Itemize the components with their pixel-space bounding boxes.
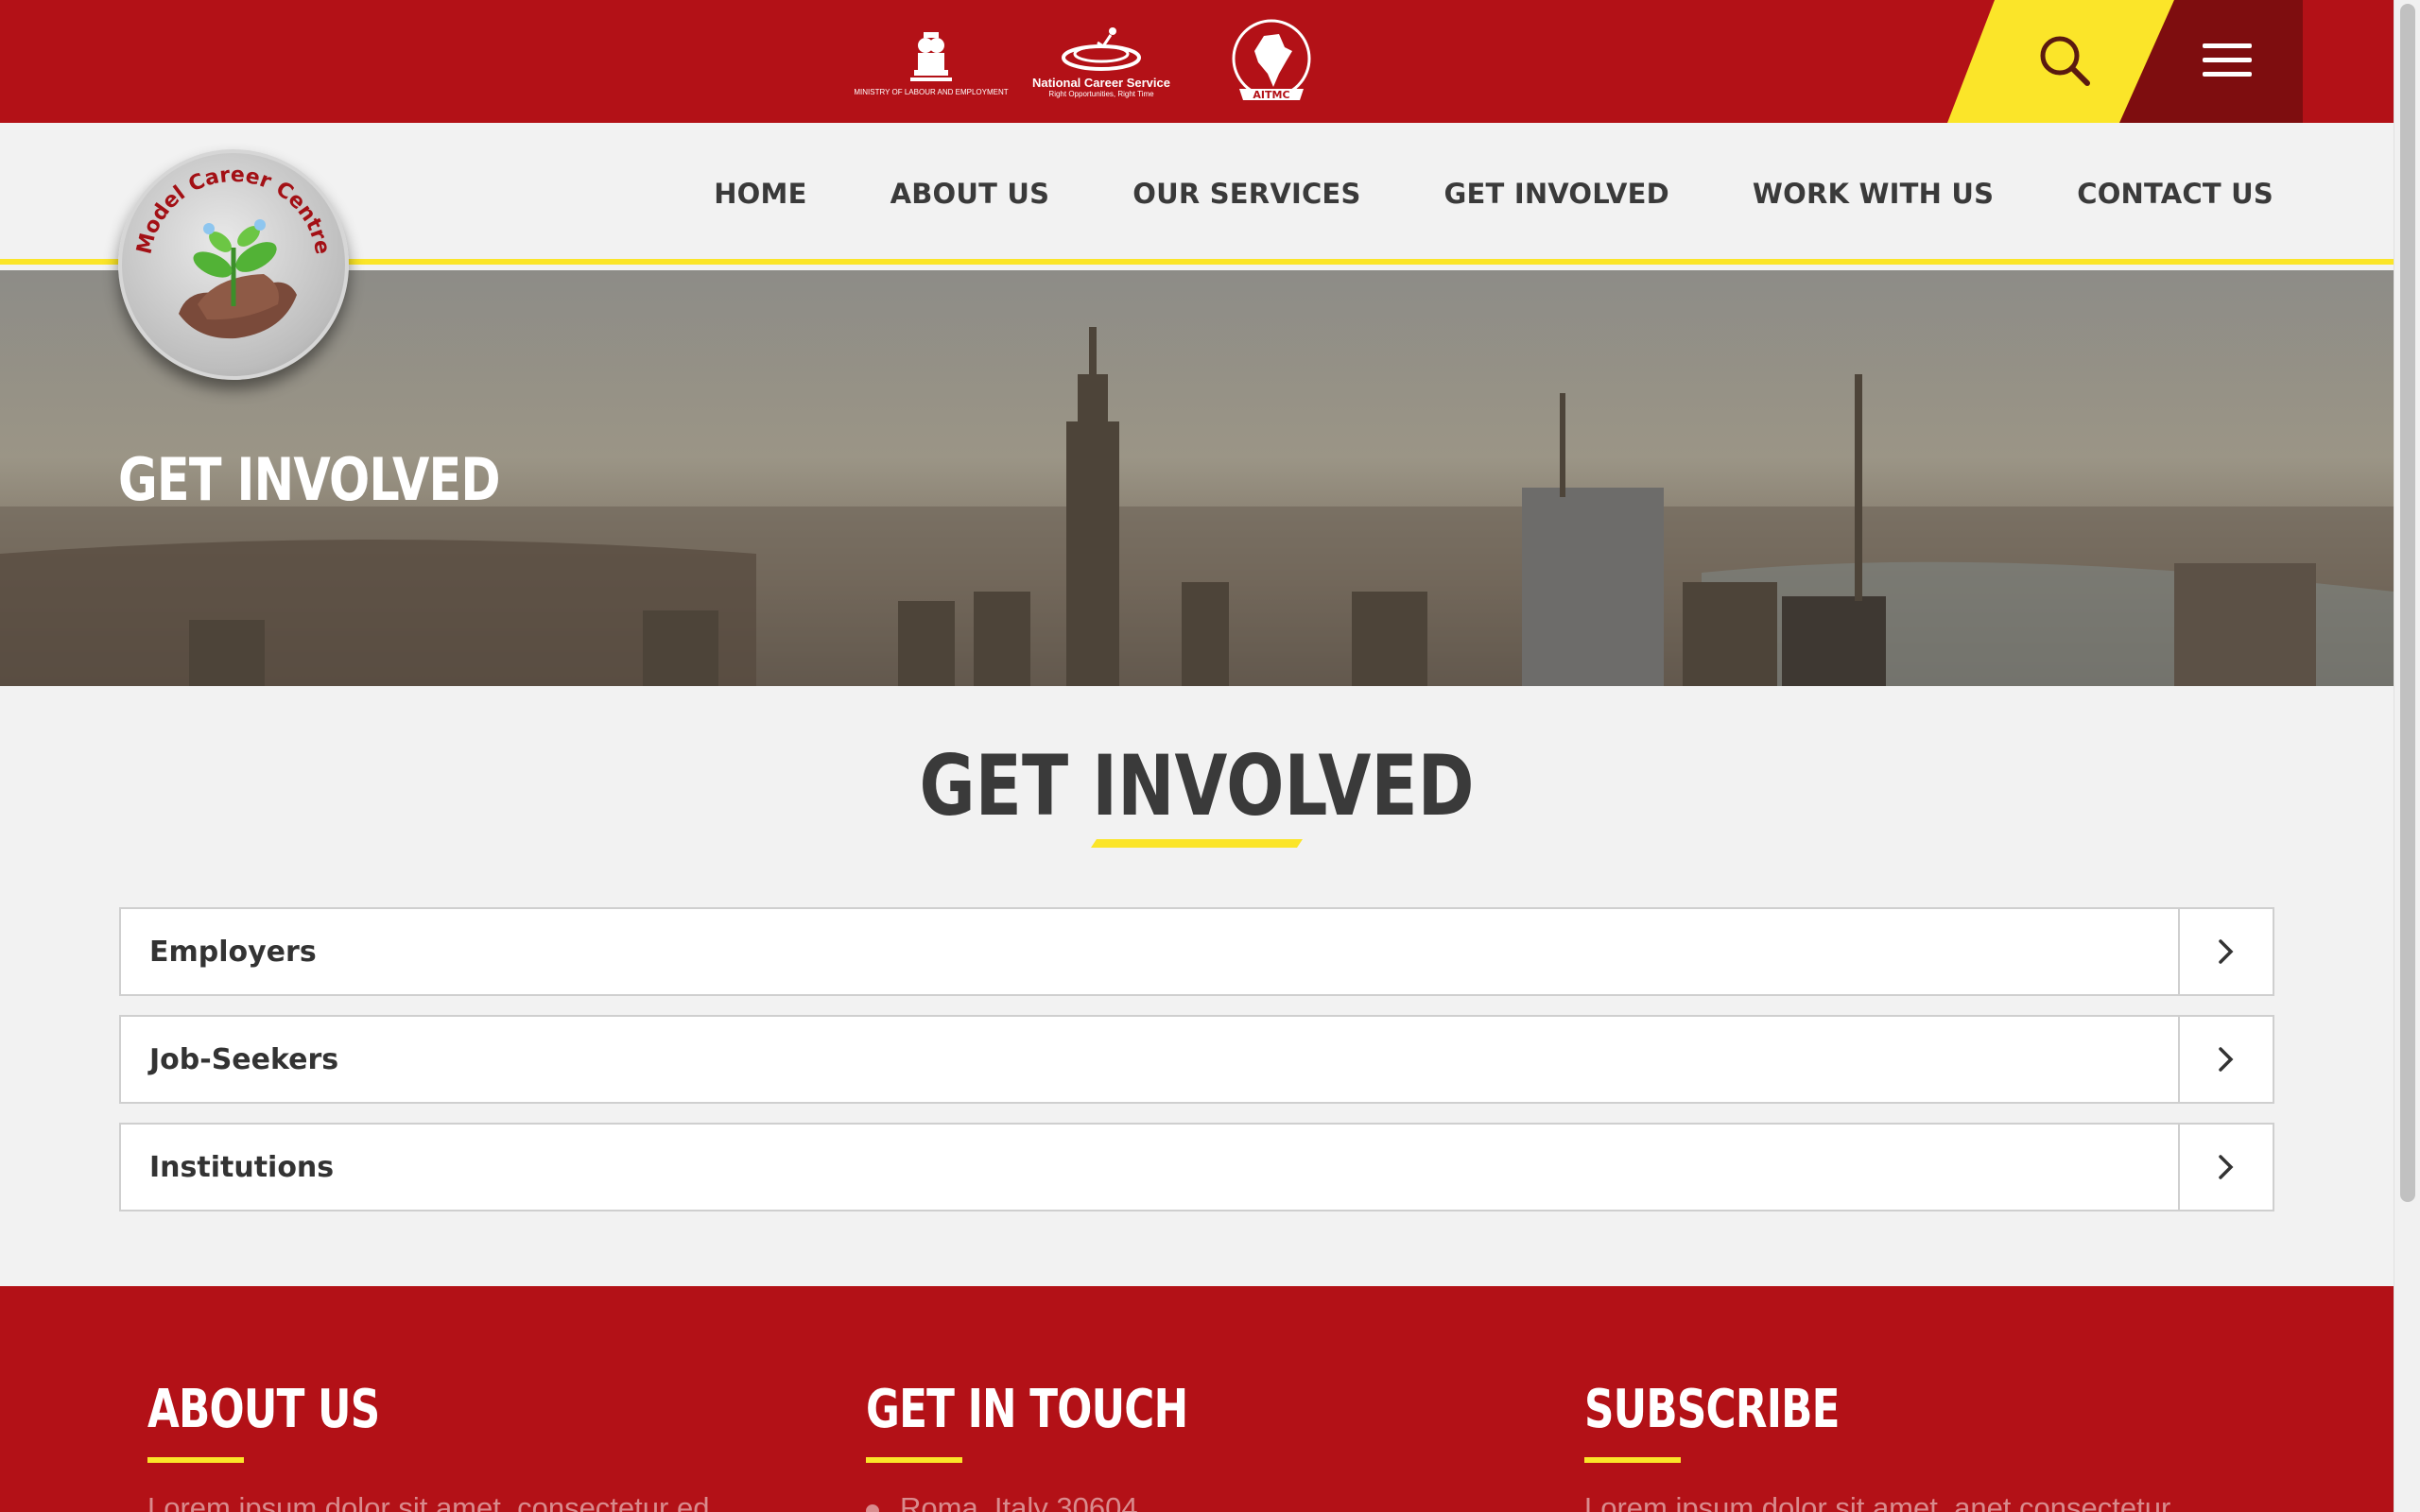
accordion-label: Job-Seekers <box>149 1042 339 1076</box>
footer-contact: GET IN TOUCH Roma, Italy 30604 <box>863 1379 1278 1512</box>
accordion-label: Institutions <box>149 1150 335 1184</box>
footer-about-title: ABOUT US <box>147 1379 380 1440</box>
section-title: GET INVOLVED <box>0 737 2394 834</box>
footer-title-underline <box>866 1457 962 1463</box>
footer-contact-title: GET IN TOUCH <box>866 1379 1188 1440</box>
partner-emblems: MINISTRY OF LABOUR AND EMPLOYMENT Nation… <box>854 9 1323 115</box>
nav-about-us[interactable]: ABOUT US <box>890 178 1050 210</box>
location-pin-icon <box>863 1502 882 1512</box>
hero-banner: GET INVOLVED <box>0 270 2394 686</box>
aitmc-logo-icon[interactable]: AITMC <box>1219 15 1323 110</box>
accordion-toggle[interactable] <box>2178 1125 2273 1210</box>
section-title-underline <box>1091 839 1303 848</box>
ministry-caption: MINISTRY OF LABOUR AND EMPLOYMENT <box>854 87 1009 96</box>
footer-title-underline <box>147 1457 244 1463</box>
ministry-emblem-icon[interactable]: MINISTRY OF LABOUR AND EMPLOYMENT <box>854 15 1009 110</box>
nav-home[interactable]: HOME <box>714 178 806 210</box>
nav-work-with-us[interactable]: WORK WITH US <box>1753 178 1994 210</box>
get-involved-accordion: Employers Job-Seekers Institutions <box>119 907 2274 1230</box>
accordion-toggle[interactable] <box>2178 909 2273 994</box>
footer-subscribe-text: Lorem ipsum dolor sit amet, anet consect… <box>1584 1491 2171 1512</box>
top-bar: MINISTRY OF LABOUR AND EMPLOYMENT Nation… <box>0 0 2394 123</box>
chevron-right-icon <box>2219 1155 2234 1179</box>
logo-arc-text: Model Career Centre <box>132 163 334 257</box>
footer: ABOUT US Lorem ipsum dolor sit amet, con… <box>0 1286 2394 1512</box>
footer-address-text: Roma, Italy 30604 <box>900 1491 1138 1512</box>
nav-get-involved[interactable]: GET INVOLVED <box>1444 178 1669 210</box>
ncs-logo-icon[interactable]: National Career Service Right Opportunit… <box>1032 15 1170 110</box>
hamburger-menu-icon <box>2203 43 2252 77</box>
main-nav: HOME ABOUT US OUR SERVICES GET INVOLVED … <box>714 123 2273 265</box>
scrollbar-thumb[interactable] <box>2400 4 2415 1202</box>
accordion-item-institutions[interactable]: Institutions <box>119 1123 2274 1211</box>
footer-subscribe: SUBSCRIBE Lorem ipsum dolor sit amet, an… <box>1584 1379 2170 1512</box>
footer-title-underline <box>1584 1457 1681 1463</box>
page-scrollbar[interactable] <box>2394 0 2420 1512</box>
main-navbar: HOME ABOUT US OUR SERVICES GET INVOLVED … <box>0 123 2394 265</box>
nav-our-services[interactable]: OUR SERVICES <box>1132 178 1360 210</box>
accordion-item-employers[interactable]: Employers <box>119 907 2274 996</box>
aitmc-label: AITMC <box>1253 89 1289 101</box>
chevron-right-icon <box>2219 1047 2234 1072</box>
footer-about: ABOUT US Lorem ipsum dolor sit amet, con… <box>147 1379 709 1512</box>
search-icon <box>2038 34 2093 89</box>
accordion-toggle[interactable] <box>2178 1017 2273 1102</box>
chevron-right-icon <box>2219 939 2234 964</box>
footer-address: Roma, Italy 30604 <box>863 1491 1278 1512</box>
footer-subscribe-title: SUBSCRIBE <box>1584 1379 1841 1440</box>
model-career-centre-logo[interactable]: Model Career Centre <box>118 149 349 380</box>
section-title-text: GET INVOLVED <box>919 737 1475 834</box>
footer-about-text: Lorem ipsum dolor sit amet, consectetur … <box>147 1491 710 1512</box>
accordion-label: Employers <box>149 935 317 969</box>
ncs-tagline: Right Opportunities, Right Time <box>1048 89 1154 98</box>
nav-contact-us[interactable]: CONTACT US <box>2077 178 2273 210</box>
accordion-item-job-seekers[interactable]: Job-Seekers <box>119 1015 2274 1104</box>
ncs-caption: National Career Service <box>1032 76 1170 91</box>
hero-title: GET INVOLVED <box>118 445 501 514</box>
